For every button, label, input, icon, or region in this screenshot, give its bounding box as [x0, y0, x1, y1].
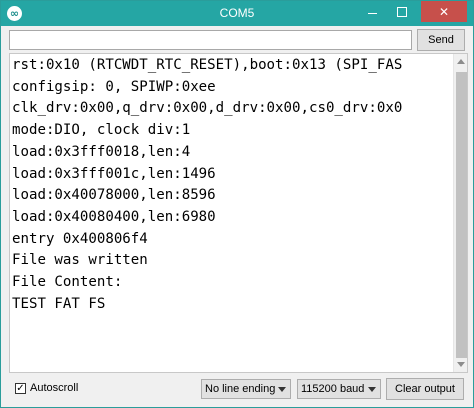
autoscroll-checkbox[interactable]: ✓ — [15, 383, 26, 394]
serial-output-area[interactable]: rst:0x10 (RTCWDT_RTC_RESET),boot:0x13 (S… — [9, 53, 468, 373]
send-input[interactable] — [9, 30, 412, 50]
chevron-down-icon — [368, 387, 376, 392]
serial-log: rst:0x10 (RTCWDT_RTC_RESET),boot:0x13 (S… — [12, 55, 452, 359]
send-button[interactable]: Send — [417, 29, 465, 51]
baud-rate-value: 115200 baud — [301, 383, 365, 395]
serial-monitor-window: ∞ COM5 ✕ Send rst:0x10 (RTCWDT_RTC_RESET… — [0, 0, 474, 408]
scroll-up-arrow-icon[interactable] — [457, 59, 465, 64]
scroll-down-arrow-icon[interactable] — [457, 362, 465, 367]
autoscroll-label: Autoscroll — [30, 382, 79, 394]
title-bar: ∞ COM5 ✕ — [1, 1, 473, 26]
maximize-icon — [397, 6, 407, 17]
clear-output-button[interactable]: Clear output — [386, 378, 464, 400]
log-line: clk_drv:0x00,q_drv:0x00,d_drv:0x00,cs0_d… — [12, 100, 403, 117]
log-line: configsip: 0, SPIWP:0xee — [12, 78, 216, 95]
minimize-icon — [367, 13, 377, 14]
maximize-button[interactable] — [387, 1, 417, 22]
close-button[interactable]: ✕ — [421, 1, 467, 22]
log-line: TEST FAT FS — [12, 295, 106, 312]
line-ending-select[interactable]: No line ending — [201, 379, 291, 399]
footer-bar: ✓ Autoscroll No line ending 115200 baud … — [1, 377, 473, 403]
line-ending-value: No line ending — [205, 383, 276, 395]
log-line: load:0x3fff0018,len:4 — [12, 143, 191, 160]
minimize-button[interactable] — [357, 1, 387, 22]
log-line: rst:0x10 (RTCWDT_RTC_RESET),boot:0x13 (S… — [12, 57, 403, 73]
chevron-down-icon — [278, 387, 286, 392]
log-line: File Content: — [12, 274, 123, 291]
scrollbar-thumb[interactable] — [456, 72, 467, 358]
log-line: load:0x3fff001c,len:1496 — [12, 165, 216, 182]
vertical-scrollbar[interactable] — [453, 54, 467, 372]
log-line: File was written — [12, 252, 148, 269]
log-line: load:0x40080400,len:6980 — [12, 208, 216, 225]
close-icon: ✕ — [438, 4, 450, 19]
log-line: mode:DIO, clock div:1 — [12, 122, 191, 139]
baud-rate-select[interactable]: 115200 baud — [297, 379, 381, 399]
log-line: load:0x40078000,len:8596 — [12, 187, 216, 204]
log-line: entry 0x400806f4 — [12, 230, 148, 247]
